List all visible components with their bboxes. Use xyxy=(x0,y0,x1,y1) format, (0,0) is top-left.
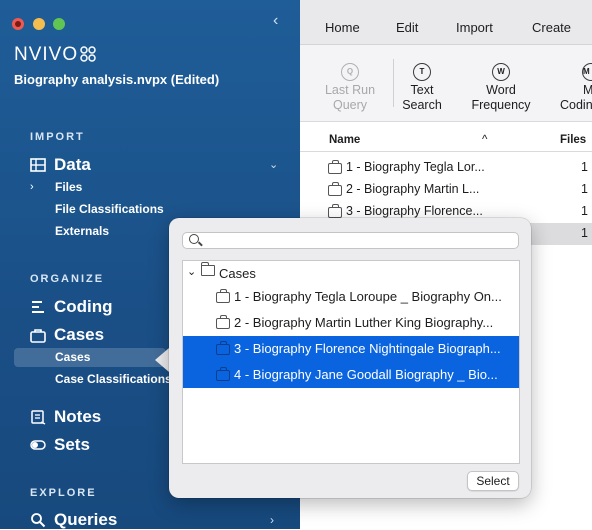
last-run-query-icon: Q xyxy=(341,63,359,81)
case-tree: ⌄ Cases 1 - Biography Tegla Loroupe _ Bi… xyxy=(182,260,520,464)
sidebar-item-queries[interactable]: Queries xyxy=(30,510,117,530)
folder-icon xyxy=(201,262,215,276)
tree-item[interactable]: 1 - Biography Tegla Loroupe _ Biography … xyxy=(183,284,519,310)
text-search-button[interactable]: T Text Search xyxy=(399,63,445,113)
case-picker-popover: ⌄ Cases 1 - Biography Tegla Loroupe _ Bi… xyxy=(169,218,531,498)
ribbon-divider xyxy=(393,59,394,107)
matrix-coding-icon: M xyxy=(582,63,592,81)
sidebar-item-cases[interactable]: Cases xyxy=(30,325,104,345)
case-icon xyxy=(328,203,342,218)
sidebar-item-sets[interactable]: Sets xyxy=(30,435,90,455)
tree-item-selected[interactable]: 3 - Biography Florence Nightingale Biogr… xyxy=(183,336,519,362)
column-header-name[interactable]: Name xyxy=(329,134,360,146)
case-icon xyxy=(328,181,342,196)
data-table-icon xyxy=(30,158,46,172)
table-row[interactable]: 2 - Biography Martin L... 1 xyxy=(300,179,592,201)
table-row[interactable]: 1 - Biography Tegla Lor... 1 xyxy=(300,157,592,179)
coding-lines-icon xyxy=(32,301,44,313)
search-icon xyxy=(189,234,199,244)
ribbon-toolbar: Q Last Run Query T Text Search W Word Fr… xyxy=(300,45,592,122)
minimize-window-button[interactable] xyxy=(33,18,45,30)
sidebar-item-label: Sets xyxy=(54,435,90,454)
sort-ascending-icon[interactable]: ^ xyxy=(482,134,487,146)
sidebar-item-label: Notes xyxy=(54,407,102,426)
case-icon xyxy=(216,367,230,381)
sets-toggle-icon xyxy=(30,440,46,450)
tab-import[interactable]: Import xyxy=(456,20,493,35)
word-frequency-icon: W xyxy=(492,63,510,81)
chevron-right-icon[interactable]: › xyxy=(30,181,34,193)
notes-icon xyxy=(31,410,46,425)
sidebar-item-data[interactable]: Data xyxy=(30,155,91,175)
briefcase-icon xyxy=(30,329,46,343)
section-import: IMPORT xyxy=(30,131,85,143)
close-window-button[interactable] xyxy=(12,18,24,30)
project-title: Biography analysis.nvpx (Edited) xyxy=(14,72,220,87)
case-icon xyxy=(328,159,342,174)
text-search-icon: T xyxy=(413,63,431,81)
nvivo-logo-mark-icon xyxy=(80,46,96,62)
app-logo: NVIVO xyxy=(14,44,79,65)
sidebar-item-externals[interactable]: Externals xyxy=(55,224,109,238)
sidebar-item-case-classifications[interactable]: Case Classifications xyxy=(55,372,172,386)
tree-item[interactable]: 2 - Biography Martin Luther King Biograp… xyxy=(183,310,519,336)
tab-create[interactable]: Create xyxy=(532,20,571,35)
popover-arrow xyxy=(155,348,169,372)
column-header-files[interactable]: Files xyxy=(560,134,586,146)
sidebar-item-notes[interactable]: Notes xyxy=(30,407,101,427)
chevron-down-icon[interactable]: ⌄ xyxy=(187,265,196,278)
last-run-query-button[interactable]: Q Last Run Query xyxy=(322,63,378,113)
chevron-down-icon[interactable]: ⌄ xyxy=(269,158,278,171)
sidebar-item-label: Queries xyxy=(54,510,118,529)
table-header: Name ^ Files xyxy=(300,129,592,152)
search-input[interactable] xyxy=(182,232,519,249)
section-organize: ORGANIZE xyxy=(30,273,105,285)
sidebar-item-label: Cases xyxy=(54,325,105,344)
word-frequency-button[interactable]: W Word Frequency xyxy=(467,63,535,113)
case-icon xyxy=(216,289,230,303)
search-icon xyxy=(31,513,46,528)
sidebar-item-files[interactable]: Files xyxy=(55,180,82,194)
case-icon xyxy=(216,315,230,329)
sidebar-item-file-classifications[interactable]: File Classifications xyxy=(55,202,164,216)
tab-edit[interactable]: Edit xyxy=(396,20,418,35)
case-icon xyxy=(216,341,230,355)
tree-item-selected[interactable]: 4 - Biography Jane Goodall Biography _ B… xyxy=(183,362,519,388)
collapse-sidebar-chevron-icon[interactable]: ‹ xyxy=(273,12,278,30)
section-explore: EXPLORE xyxy=(30,487,97,499)
tab-home[interactable]: Home xyxy=(325,20,360,35)
matrix-coding-button[interactable]: M M Codin xyxy=(558,63,592,113)
sidebar-item-coding[interactable]: Coding xyxy=(30,297,113,317)
zoom-window-button[interactable] xyxy=(53,18,65,30)
ribbon-tabs: Home Edit Import Create xyxy=(300,0,592,45)
sidebar-item-cases-sub[interactable]: Cases xyxy=(55,350,90,364)
sidebar-item-label: Data xyxy=(54,155,91,174)
chevron-right-icon[interactable]: › xyxy=(270,513,274,527)
sidebar-item-label: Coding xyxy=(54,297,113,316)
select-button[interactable]: Select xyxy=(467,471,519,491)
